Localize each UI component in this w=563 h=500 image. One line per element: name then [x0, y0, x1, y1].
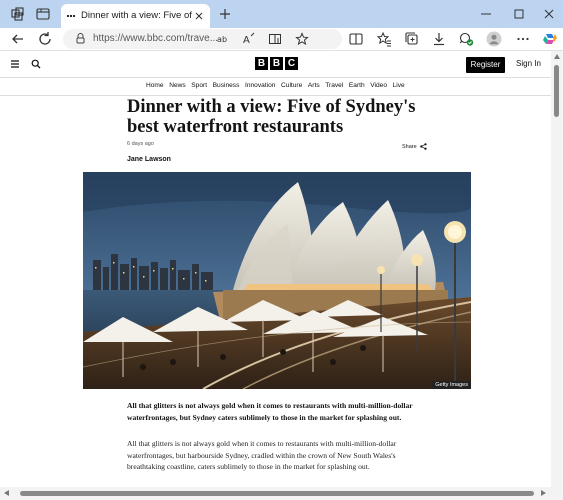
hero-image: Getty Images	[83, 172, 471, 389]
minimize-icon[interactable]	[480, 8, 492, 20]
article-intro: All that glitters is not always gold whe…	[127, 401, 413, 422]
profile-icon[interactable]	[486, 31, 502, 47]
nav-item-earth[interactable]: Earth	[349, 82, 365, 89]
scroll-left-arrow[interactable]	[4, 490, 9, 496]
nav-item-home[interactable]: Home	[146, 82, 164, 89]
search-icon[interactable]	[31, 59, 41, 69]
site-nav: Home News Sport Business Innovation Cult…	[0, 77, 551, 96]
shield-check-icon[interactable]	[458, 31, 474, 47]
url-text: https://www.bbc.com/trave...	[93, 33, 219, 44]
bbc-logo[interactable]: B B C	[255, 57, 298, 70]
nav-item-sport[interactable]: Sport	[191, 82, 207, 89]
star-icon[interactable]	[295, 32, 309, 46]
nav-item-video[interactable]: Video	[370, 82, 387, 89]
close-icon[interactable]	[193, 10, 205, 22]
back-icon[interactable]	[10, 31, 26, 47]
article-paragraph: All that glitters is not always gold whe…	[127, 439, 397, 471]
tab-favicon	[66, 11, 76, 21]
nav-item-innovation[interactable]: Innovation	[245, 82, 275, 89]
split-screen-icon[interactable]	[348, 31, 364, 47]
site-header: B B C Register Sign In	[0, 51, 551, 77]
close-window-icon[interactable]	[543, 8, 555, 20]
address-bar[interactable]: https://www.bbc.com/trave... ab A	[63, 29, 342, 49]
immersive-reader-icon[interactable]	[268, 32, 282, 46]
share-label: Share	[402, 143, 417, 150]
workspaces-icon[interactable]	[10, 6, 26, 22]
menu-icon[interactable]	[10, 59, 20, 69]
article-author: Jane Lawson	[127, 156, 171, 163]
collections-icon[interactable]	[404, 31, 420, 47]
article-headline: Dinner with a view: Five of Sydney's bes…	[127, 97, 416, 137]
copilot-icon[interactable]	[542, 31, 558, 47]
favorites-icon[interactable]	[376, 31, 392, 47]
browser-title-bar: Dinner with a view: Five of Sydney's bes…	[0, 0, 563, 28]
register-button[interactable]: Register	[466, 57, 505, 73]
horizontal-scrollbar[interactable]	[0, 487, 563, 500]
share-button[interactable]: Share	[402, 143, 427, 150]
svg-text:b: b	[222, 35, 227, 44]
horizontal-scroll-thumb[interactable]	[20, 491, 534, 496]
logo-letter: B	[270, 57, 283, 70]
scroll-right-arrow[interactable]	[541, 490, 546, 496]
logo-letter: C	[285, 57, 298, 70]
tab-actions-icon[interactable]	[35, 6, 51, 22]
share-icon	[419, 143, 427, 150]
nav-item-live[interactable]: Live	[393, 82, 405, 89]
tab-title: Dinner with a view: Five of Sydney's bes…	[81, 10, 193, 21]
vertical-scroll-thumb[interactable]	[554, 65, 559, 117]
nav-item-culture[interactable]: Culture	[281, 82, 302, 89]
sign-in-link[interactable]: Sign In	[516, 59, 541, 68]
active-tab[interactable]: Dinner with a view: Five of Sydney's bes…	[61, 4, 210, 28]
logo-letter: B	[255, 57, 268, 70]
read-aloud-icon[interactable]: ab	[216, 32, 230, 46]
article-timestamp: 6 days ago	[127, 141, 154, 147]
more-icon[interactable]	[515, 31, 531, 47]
nav-item-arts[interactable]: Arts	[308, 82, 320, 89]
nav-item-travel[interactable]: Travel	[325, 82, 343, 89]
vertical-scrollbar[interactable]	[551, 51, 563, 487]
nav-item-news[interactable]: News	[169, 82, 186, 89]
nav-item-business[interactable]: Business	[213, 82, 240, 89]
download-icon[interactable]	[431, 31, 447, 47]
browser-toolbar: https://www.bbc.com/trave... ab A	[0, 28, 563, 51]
refresh-icon[interactable]	[37, 31, 53, 47]
plus-icon[interactable]	[218, 7, 232, 21]
scroll-up-arrow[interactable]	[554, 54, 560, 59]
svg-text:A: A	[243, 35, 250, 46]
info-icon[interactable]	[74, 32, 87, 45]
text-size-icon[interactable]: A	[242, 32, 256, 46]
web-page: B B C Register Sign In Home News Sport B…	[0, 51, 551, 487]
image-credit: Getty Images	[432, 381, 471, 389]
maximize-icon[interactable]	[513, 8, 525, 20]
